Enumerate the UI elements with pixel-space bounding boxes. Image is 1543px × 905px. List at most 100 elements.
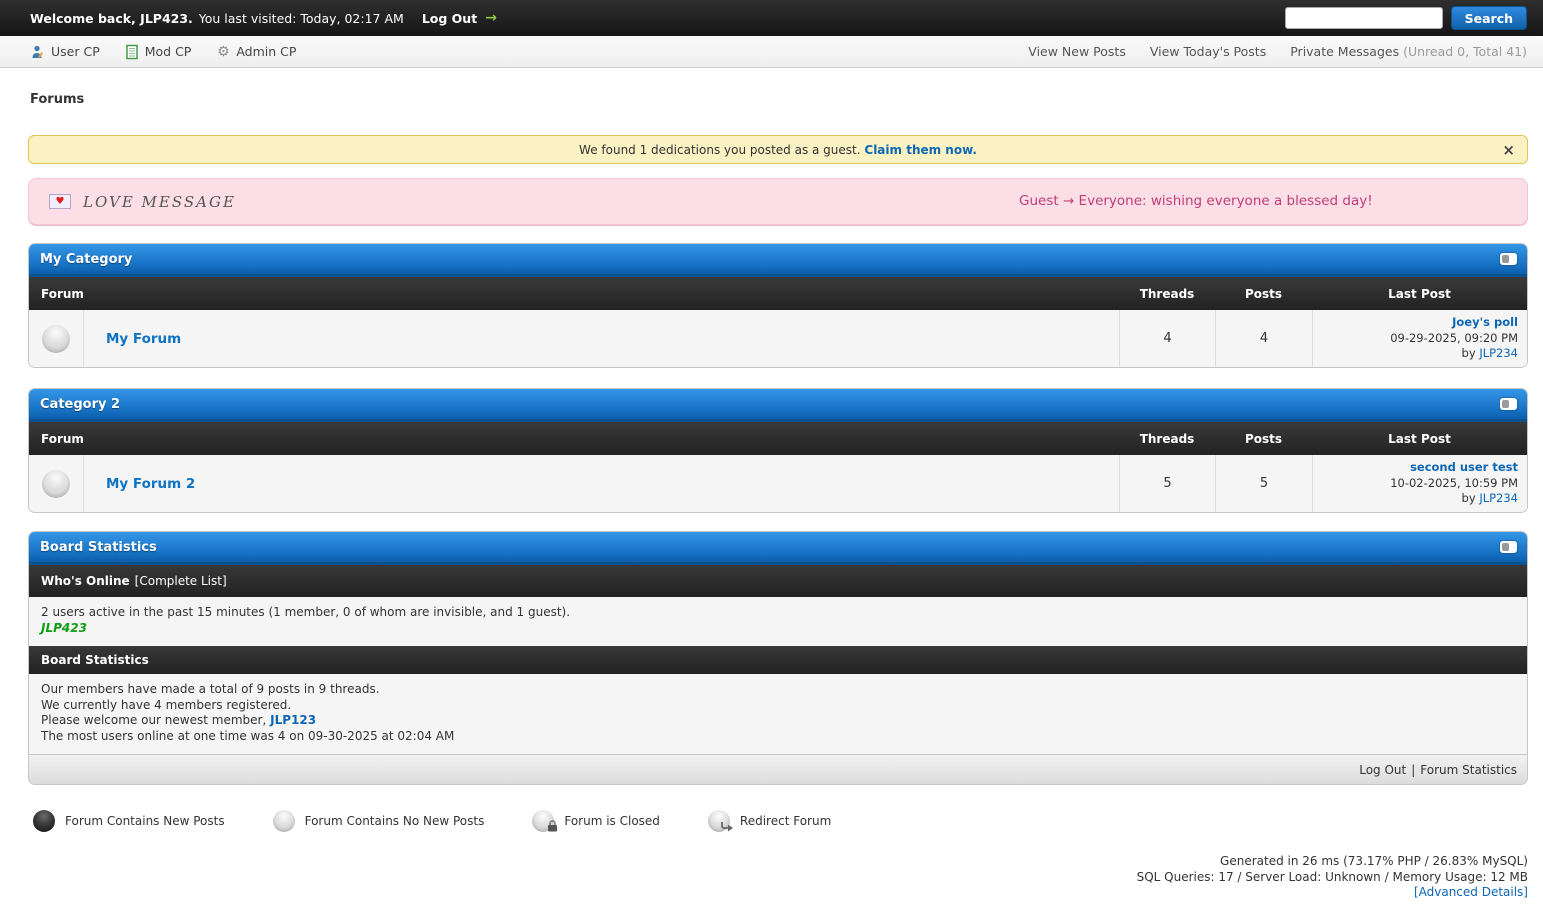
redirect-forum-icon	[708, 810, 730, 832]
last-post-user-link[interactable]: JLP234	[1479, 491, 1518, 505]
online-summary-text: 2 users active in the past 15 minutes (1…	[41, 605, 1515, 621]
category-title: Category 2	[40, 397, 120, 412]
mod-cp-link[interactable]: Mod CP	[124, 44, 192, 60]
last-post-user-link[interactable]: JLP234	[1479, 346, 1518, 360]
forum-status-icon	[42, 470, 70, 498]
logout-arrow-icon: →	[485, 10, 497, 26]
search-input[interactable]	[1285, 7, 1443, 29]
stats-line-most-online: The most users online at one time was 4 …	[41, 729, 1515, 745]
last-post-cell: Joey's poll 09-29-2025, 09:20 PM by JLP2…	[1312, 310, 1527, 367]
whos-online-label: Who's Online	[41, 574, 130, 588]
column-posts: Posts	[1215, 287, 1312, 301]
category-panel-category-2: Category 2 Forum Threads Posts Last Post…	[28, 388, 1528, 513]
legend-label: Forum is Closed	[564, 814, 660, 828]
board-statistics-body: Our members have made a total of 9 posts…	[29, 674, 1527, 754]
forum-link[interactable]: My Forum 2	[106, 476, 195, 492]
view-new-posts-link[interactable]: View New Posts	[1028, 44, 1126, 59]
mod-cp-label: Mod CP	[145, 44, 192, 59]
heart-icon: ♥	[56, 197, 65, 207]
no-new-posts-icon	[273, 810, 295, 832]
private-messages-label: Private Messages	[1290, 44, 1399, 59]
board-statistics-subheader: Board Statistics	[29, 646, 1527, 674]
admin-cp-label: Admin CP	[236, 44, 296, 59]
forum-status-cell	[29, 310, 84, 367]
notice-text: We found 1 dedications you posted as a g…	[579, 143, 861, 157]
stats-line-newest: Please welcome our newest member, JLP123	[41, 713, 1515, 729]
sql-queries-text: SQL Queries: 17 / Server Load: Unknown /…	[0, 870, 1528, 886]
toolbar-left: User CP Mod CP ⚙ Admin CP	[30, 44, 296, 60]
collapse-icon[interactable]	[1500, 398, 1517, 410]
legend-label: Forum Contains New Posts	[65, 814, 225, 828]
footer-logout-link[interactable]: Log Out	[1359, 763, 1406, 777]
private-messages-link[interactable]: Private Messages (Unread 0, Total 41)	[1290, 44, 1527, 59]
footer-separator: |	[1411, 763, 1415, 777]
view-todays-posts-link[interactable]: View Today's Posts	[1150, 44, 1266, 59]
admin-cp-link[interactable]: ⚙ Admin CP	[215, 44, 296, 60]
welcome-area: Welcome back, JLP423. You last visited: …	[30, 10, 497, 26]
by-label: by	[1462, 346, 1476, 360]
newest-member-label: Please welcome our newest member,	[41, 713, 266, 727]
love-letter-icon: ♥	[49, 194, 71, 209]
forum-name-cell: My Forum 2	[84, 455, 1119, 512]
column-posts: Posts	[1215, 432, 1312, 446]
collapse-icon[interactable]	[1500, 253, 1517, 265]
redirect-arrow-icon	[721, 821, 734, 835]
forum-link[interactable]: My Forum	[106, 331, 181, 347]
forum-icon-legend: Forum Contains New Posts Forum Contains …	[33, 810, 1528, 832]
love-message-text: Guest → Everyone: wishing everyone a ble…	[1019, 193, 1373, 209]
notebook-icon	[124, 44, 140, 60]
claim-them-now-link[interactable]: Claim them now.	[864, 143, 977, 157]
footer-forum-statistics-link[interactable]: Forum Statistics	[1420, 763, 1517, 777]
user-cp-label: User CP	[51, 44, 100, 59]
complete-list-link[interactable]: [Complete List]	[135, 574, 227, 588]
welcome-text: Welcome back, JLP423.	[30, 11, 193, 26]
search-button[interactable]: Search	[1451, 6, 1527, 30]
legend-label: Redirect Forum	[740, 814, 831, 828]
legend-no-new-posts: Forum Contains No New Posts	[273, 810, 485, 832]
love-message-bar: ♥ LOVE MESSAGE Guest → Everyone: wishing…	[28, 178, 1528, 225]
category-panel-my-category: My Category Forum Threads Posts Last Pos…	[28, 243, 1528, 368]
generation-footer: Generated in 26 ms (73.17% PHP / 26.83% …	[0, 854, 1543, 901]
gear-icon: ⚙	[215, 44, 231, 60]
posts-count-cell: 5	[1215, 455, 1312, 512]
category-header: Category 2	[29, 389, 1527, 422]
closed-forum-icon	[532, 810, 554, 832]
private-messages-count: (Unread 0, Total 41)	[1403, 44, 1527, 59]
last-post-author: by JLP234	[1462, 346, 1518, 362]
last-post-date: 09-29-2025, 09:20 PM	[1390, 331, 1518, 347]
stats-line-members: We currently have 4 members registered.	[41, 698, 1515, 714]
last-post-cell: second user test 10-02-2025, 10:59 PM by…	[1312, 455, 1527, 512]
logout-link[interactable]: Log Out	[422, 11, 477, 26]
new-posts-icon	[33, 810, 55, 832]
legend-label: Forum Contains No New Posts	[305, 814, 485, 828]
column-last-post: Last Post	[1312, 287, 1527, 301]
category-title: My Category	[40, 252, 132, 267]
top-bar: Welcome back, JLP423. You last visited: …	[0, 0, 1543, 36]
whos-online-header: Who's Online [Complete List]	[29, 565, 1527, 597]
breadcrumb: Forums	[30, 92, 1528, 107]
board-statistics-panel: Board Statistics Who's Online [Complete …	[28, 531, 1528, 785]
search-area: Search	[1285, 6, 1527, 30]
advanced-details-link[interactable]: [Advanced Details]	[1414, 885, 1528, 899]
board-statistics-sublabel: Board Statistics	[41, 653, 149, 667]
guest-dedications-notice: We found 1 dedications you posted as a g…	[28, 135, 1528, 164]
collapse-icon[interactable]	[1500, 541, 1517, 553]
column-header-row: Forum Threads Posts Last Post	[29, 277, 1527, 310]
column-threads: Threads	[1119, 432, 1215, 446]
column-forum: Forum	[29, 287, 1119, 301]
column-header-row: Forum Threads Posts Last Post	[29, 422, 1527, 455]
forum-row: My Forum 2 5 5 second user test 10-02-20…	[29, 455, 1527, 512]
online-user-link[interactable]: JLP423	[41, 621, 87, 635]
last-post-date: 10-02-2025, 10:59 PM	[1390, 476, 1518, 492]
user-icon	[30, 44, 46, 60]
threads-count-cell: 5	[1119, 455, 1215, 512]
close-icon[interactable]: ×	[1502, 141, 1515, 159]
last-visited-text: You last visited: Today, 02:17 AM	[199, 11, 404, 26]
forum-page: Welcome back, JLP423. You last visited: …	[0, 0, 1543, 905]
last-post-title-link[interactable]: Joey's poll	[1452, 315, 1518, 331]
user-cp-link[interactable]: User CP	[30, 44, 100, 60]
forum-status-cell	[29, 455, 84, 512]
newest-member-link[interactable]: JLP123	[270, 713, 316, 727]
last-post-title-link[interactable]: second user test	[1410, 460, 1518, 476]
column-last-post: Last Post	[1312, 432, 1527, 446]
